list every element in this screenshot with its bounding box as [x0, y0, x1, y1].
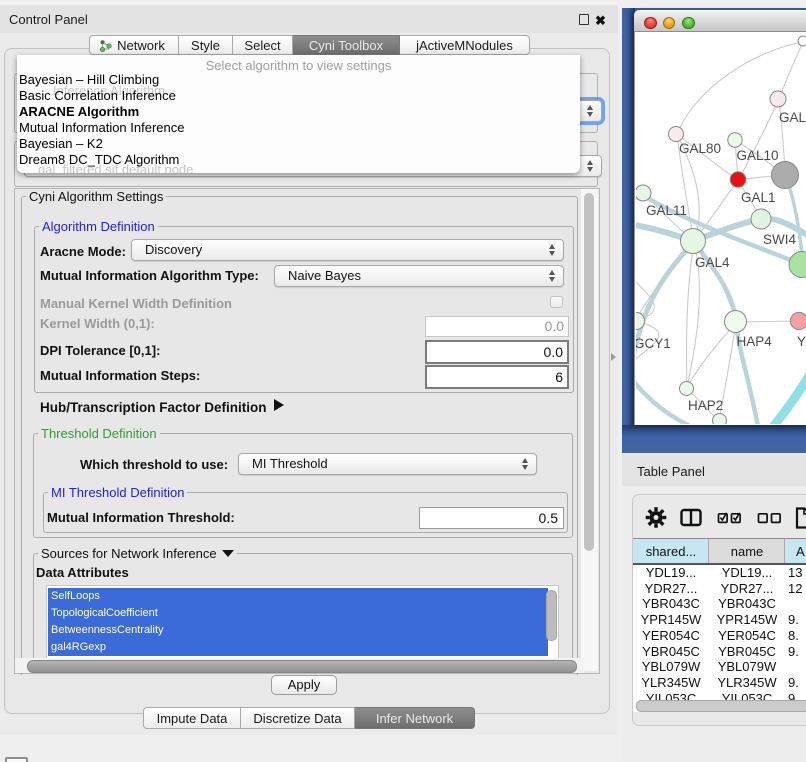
svg-text:YE: YE	[797, 334, 806, 349]
svg-text:GAL4: GAL4	[695, 255, 730, 270]
svg-text:GAL2: GAL2	[779, 110, 806, 125]
svg-text:SWI4: SWI4	[763, 232, 796, 247]
svg-text:HAP4: HAP4	[737, 334, 773, 349]
svg-text:GAL11: GAL11	[646, 203, 687, 218]
svg-text:HAP2: HAP2	[688, 398, 723, 413]
svg-text:GCY1: GCY1	[636, 336, 671, 351]
svg-text:GAL10: GAL10	[737, 148, 779, 163]
svg-text:GAL1: GAL1	[741, 190, 776, 205]
svg-text:GAL80: GAL80	[679, 141, 721, 156]
